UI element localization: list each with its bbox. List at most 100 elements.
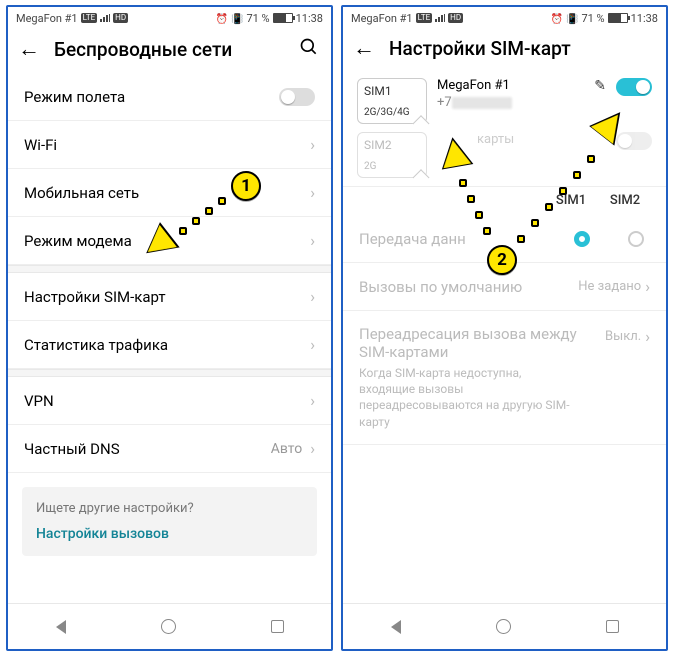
- chevron-right-icon: ›: [310, 335, 315, 354]
- sim2-modes: 2G: [364, 161, 420, 172]
- annotation-dash: [559, 187, 567, 195]
- section-divider: [8, 369, 331, 377]
- row-sim-settings[interactable]: Настройки SIM-карт ›: [8, 273, 331, 321]
- row-vpn[interactable]: VPN ›: [8, 377, 331, 425]
- row-subtext: Когда SIM-карта недоступна, входящие выз…: [359, 365, 579, 430]
- row-label: Частный DNS: [24, 440, 120, 458]
- annotation-dash: [517, 235, 525, 243]
- app-header: ← Беспроводные сети: [8, 29, 331, 74]
- forwarding-value: Выкл.: [605, 329, 641, 344]
- redacted-number: [452, 97, 512, 109]
- sim2-name: карты: [477, 132, 606, 147]
- status-bar: MegaFon #1 LTE HD 71 % 11:38: [8, 7, 331, 29]
- annotation-dash: [573, 171, 581, 179]
- sim1-info: MegaFon #1 +7: [437, 78, 574, 110]
- nav-recent-icon[interactable]: [606, 620, 619, 633]
- col-sim2: SIM2: [598, 193, 652, 208]
- edit-icon[interactable]: ✎: [594, 78, 606, 94]
- sim-columns-header: SIM1 SIM2: [343, 186, 666, 216]
- back-icon[interactable]: ←: [18, 39, 40, 61]
- page-title: Настройки SIM-карт: [389, 37, 571, 60]
- row-call-forwarding[interactable]: Переадресация вызова между SIM-картами К…: [343, 311, 666, 445]
- row-label: Мобильная сеть: [24, 184, 139, 202]
- row-label: Передача данн: [359, 230, 466, 248]
- annotation-dash: [483, 227, 491, 235]
- row-label: Wi-Fi: [24, 136, 57, 154]
- sim1-toggle[interactable]: [616, 78, 652, 96]
- data-radio-sim1[interactable]: [574, 231, 590, 247]
- alarm-icon: [216, 12, 228, 25]
- carrier-label: MegaFon #1: [351, 12, 413, 25]
- hint-link-call-settings[interactable]: Настройки вызовов: [36, 526, 303, 542]
- battery-icon: [273, 13, 293, 23]
- vibrate-icon: [231, 12, 243, 25]
- row-label: Настройки SIM-карт: [24, 288, 166, 306]
- row-traffic-stats[interactable]: Статистика трафика ›: [8, 321, 331, 369]
- annotation-badge-1: 1: [231, 171, 261, 201]
- lte-badge: LTE: [416, 13, 433, 23]
- row-airplane-mode[interactable]: Режим полета: [8, 74, 331, 121]
- sim1-card[interactable]: SIM1 2G/3G/4G: [357, 78, 427, 124]
- annotation-dash: [218, 197, 226, 205]
- battery-pct: 71 %: [581, 12, 604, 25]
- sim2-card[interactable]: SIM2 2G: [357, 132, 427, 178]
- annotation-dash: [459, 179, 467, 187]
- row-label: Вызовы по умолчанию: [359, 278, 522, 296]
- back-icon[interactable]: ←: [353, 38, 375, 60]
- phone-right: MegaFon #1 LTE HD 71 % 11:38 ← Настройки…: [341, 5, 668, 651]
- phone-left: MegaFon #1 LTE HD 71 % 11:38 ← Беспровод…: [6, 5, 333, 651]
- row-label: Переадресация вызова между SIM-картами: [359, 325, 605, 361]
- annotation-dash: [205, 207, 213, 215]
- annotation-dash: [587, 155, 595, 163]
- hint-card: Ищете другие настройки? Настройки вызово…: [22, 487, 317, 556]
- section-divider: [8, 265, 331, 273]
- chevron-right-icon: ›: [310, 183, 315, 202]
- carrier-label: MegaFon #1: [16, 12, 78, 25]
- status-bar: MegaFon #1 LTE HD 71 % 11:38: [343, 7, 666, 29]
- chevron-right-icon: ›: [310, 439, 315, 458]
- annotation-dash: [192, 217, 200, 225]
- chevron-right-icon: ›: [310, 135, 315, 154]
- sim1-modes: 2G/3G/4G: [364, 107, 420, 118]
- system-nav: [8, 603, 331, 649]
- annotation-badge-2: 2: [487, 245, 517, 275]
- vibrate-icon: [566, 12, 578, 25]
- annotation-dash: [179, 227, 187, 235]
- system-nav: [343, 603, 666, 649]
- page-title: Беспроводные сети: [54, 38, 232, 61]
- hint-question: Ищете другие настройки?: [36, 501, 303, 516]
- hd-badge: HD: [448, 13, 463, 23]
- airplane-toggle[interactable]: [279, 88, 315, 106]
- row-private-dns[interactable]: Частный DNS Авто ›: [8, 425, 331, 473]
- row-label: Режим полета: [24, 88, 125, 106]
- row-label: VPN: [24, 392, 54, 410]
- annotation-dash: [531, 219, 539, 227]
- row-label: Статистика трафика: [24, 336, 168, 354]
- sim1-slot-label: SIM1: [364, 84, 420, 98]
- annotation-dash: [545, 203, 553, 211]
- battery-pct: 71 %: [246, 12, 269, 25]
- sim2-slot-label: SIM2: [364, 138, 420, 152]
- default-calls-value: Не задано: [578, 279, 641, 294]
- app-header: ← Настройки SIM-карт: [343, 29, 666, 72]
- nav-recent-icon[interactable]: [271, 620, 284, 633]
- nav-back-icon[interactable]: [391, 620, 401, 634]
- nav-home-icon[interactable]: [496, 619, 511, 634]
- chevron-right-icon: ›: [310, 231, 315, 250]
- sim1-name: MegaFon #1: [437, 78, 574, 93]
- row-label: Режим модема: [24, 232, 132, 250]
- nav-home-icon[interactable]: [161, 619, 176, 634]
- battery-icon: [608, 13, 628, 23]
- row-wifi[interactable]: Wi-Fi ›: [8, 121, 331, 169]
- data-radio-sim2[interactable]: [628, 231, 644, 247]
- annotation-dash: [467, 195, 475, 203]
- signal-icon: [100, 14, 110, 22]
- lte-badge: LTE: [81, 13, 98, 23]
- clock: 11:38: [631, 12, 658, 25]
- clock: 11:38: [296, 12, 323, 25]
- nav-back-icon[interactable]: [56, 620, 66, 634]
- search-icon[interactable]: [299, 37, 319, 62]
- row-mobile-network[interactable]: Мобильная сеть ›: [8, 169, 331, 217]
- chevron-right-icon: ›: [310, 287, 315, 306]
- annotation-dash: [475, 211, 483, 219]
